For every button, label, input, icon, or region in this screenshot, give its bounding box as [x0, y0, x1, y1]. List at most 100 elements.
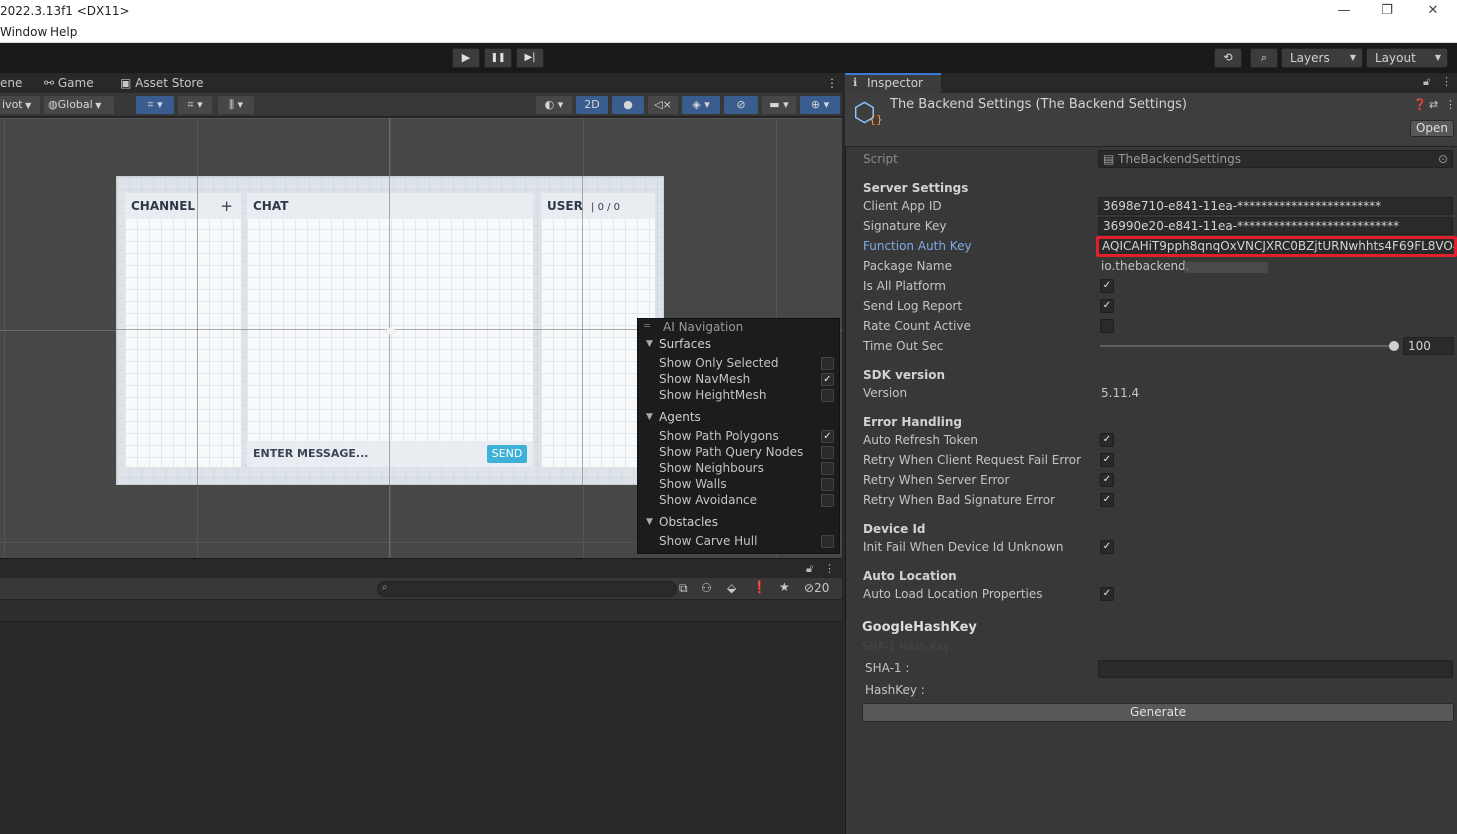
search-icon[interactable]: ⌕	[1250, 48, 1278, 68]
collapse-arrow-icon[interactable]: ▼	[646, 412, 653, 422]
tab-asset-store-label: Asset Store	[135, 76, 204, 90]
init-fail-device-id-checkbox[interactable]: ✓	[1100, 540, 1114, 554]
client-app-id-input[interactable]: 3698e710-e841-11ea-*********************…	[1098, 197, 1453, 215]
send-log-report-checkbox[interactable]: ✓	[1100, 299, 1114, 313]
layout-dropdown[interactable]: Layout ▼	[1366, 48, 1448, 68]
gizmos-icon[interactable]: ⊕ ▾	[800, 96, 840, 114]
inspector-header: ⬡ {} The Backend Settings (The Backend S…	[845, 93, 1457, 147]
script-field: ▤ TheBackendSettings ⊙	[1098, 150, 1453, 168]
is-all-platform-checkbox[interactable]: ✓	[1100, 279, 1114, 293]
audio-mute-icon[interactable]: ◁×	[648, 96, 678, 114]
drag-handle-icon[interactable]: ═	[644, 321, 650, 332]
auto-refresh-token-label: Auto Refresh Token	[863, 433, 978, 447]
lighting-icon[interactable]: ●	[612, 96, 644, 114]
error-handling-header: Error Handling	[863, 415, 963, 429]
pivot-dropdown[interactable]: ivot ▼	[0, 96, 40, 114]
tab-game[interactable]: ⚯ Game	[44, 73, 94, 93]
show-path-query-nodes-checkbox[interactable]	[821, 446, 834, 459]
package-name-value[interactable]: io.thebackend.	[1101, 259, 1189, 273]
tag-icon[interactable]: ⬙	[727, 581, 736, 595]
show-path-polygons-checkbox[interactable]: ✓	[821, 430, 834, 443]
tab-scene[interactable]: ene	[0, 73, 22, 93]
open-button[interactable]: Open	[1410, 120, 1454, 137]
draw-mode-dropdown[interactable]: ◐ ▾	[536, 96, 572, 114]
tab-inspector[interactable]: ℹ Inspector	[845, 73, 941, 93]
sha1-label: SHA-1 :	[865, 661, 910, 675]
close-button[interactable]: ✕	[1418, 2, 1448, 20]
show-carve-hull-checkbox[interactable]	[821, 535, 834, 548]
help-icon[interactable]: ❓	[1413, 98, 1427, 111]
sha1-input[interactable]	[1098, 660, 1453, 678]
globe-icon: ◍	[48, 98, 58, 111]
function-auth-key-input[interactable]: AQICAHiT9pph8qnqOxVNCJXRC0BZjtURNwhhts4F…	[1096, 236, 1457, 257]
menu-window[interactable]: Window	[0, 25, 47, 39]
filter-icon[interactable]: ⚇	[701, 581, 712, 595]
lock-icon[interactable]: 🔓︎	[806, 562, 813, 576]
hashkey-label: HashKey :	[865, 683, 925, 697]
auto-refresh-token-checkbox[interactable]: ✓	[1100, 433, 1114, 447]
show-only-selected-checkbox[interactable]	[821, 357, 834, 370]
lock-icon[interactable]: 🔓︎	[1423, 75, 1430, 89]
hidden-objects-icon[interactable]: ⊘	[724, 96, 758, 114]
grid-snap-button[interactable]: ⌗ ▾	[136, 96, 174, 114]
rate-count-active-checkbox[interactable]	[1100, 319, 1114, 333]
time-out-slider-handle[interactable]	[1389, 341, 1399, 351]
retry-server-error-checkbox[interactable]: ✓	[1100, 473, 1114, 487]
console-search-input[interactable]: ⌕	[377, 581, 677, 597]
more-options-icon[interactable]: ⋮	[824, 562, 835, 575]
window-title-bar: 2022.3.13f1 <DX11> — ❐ ✕	[0, 0, 1457, 22]
time-out-sec-input[interactable]: 100	[1403, 337, 1454, 355]
ruler-button[interactable]: ⫼ ▾	[218, 96, 254, 114]
more-options-icon[interactable]: ⋮	[1445, 98, 1456, 111]
show-avoidance-checkbox[interactable]	[821, 494, 834, 507]
time-out-slider-track[interactable]	[1100, 345, 1394, 347]
tab-asset-store[interactable]: ▣ Asset Store	[120, 73, 204, 93]
show-walls-checkbox[interactable]	[821, 478, 834, 491]
send-log-report-label: Send Log Report	[863, 299, 963, 313]
show-neighbours-checkbox[interactable]	[821, 462, 834, 475]
send-button[interactable]: SEND	[487, 445, 527, 463]
package-name-label: Package Name	[863, 259, 952, 273]
star-icon[interactable]: ★	[779, 580, 790, 594]
retry-bad-signature-checkbox[interactable]: ✓	[1100, 493, 1114, 507]
eye-slash-icon: ⊘	[804, 581, 815, 595]
collapse-arrow-icon[interactable]: ▼	[646, 517, 653, 527]
global-dropdown[interactable]: ◍Global ▼	[44, 96, 114, 114]
show-carve-hull-label: Show Carve Hull	[659, 534, 758, 548]
maximize-button[interactable]: ❐	[1372, 2, 1402, 20]
ruler-icon: ⫼ ▾	[228, 98, 244, 111]
ai-navigation-overlay: ═ AI Navigation ▼ Surfaces Show Only Sel…	[637, 318, 840, 554]
camera-icon[interactable]: ▬ ▾	[762, 96, 796, 114]
show-heightmesh-checkbox[interactable]	[821, 389, 834, 402]
menu-help[interactable]: Help	[50, 25, 77, 39]
pause-button[interactable]: ❚❚	[484, 48, 512, 68]
message-input[interactable]: ENTER MESSAGE...	[253, 447, 368, 460]
client-app-id-label: Client App ID	[863, 199, 942, 213]
signature-key-input[interactable]: 36990e20-e841-11ea-*********************…	[1098, 217, 1453, 235]
auto-load-location-checkbox[interactable]: ✓	[1100, 587, 1114, 601]
toggle-2d-button[interactable]: 2D	[576, 96, 608, 114]
layers-dropdown[interactable]: Layers ▼	[1281, 48, 1363, 68]
effects-icon[interactable]: ◈ ▾	[682, 96, 720, 114]
rate-count-active-label: Rate Count Active	[863, 319, 971, 333]
collapse-icon[interactable]: ⧉	[679, 581, 688, 596]
more-options-icon[interactable]: ⋮	[1441, 75, 1452, 88]
more-options-icon[interactable]: ⋮	[826, 73, 838, 93]
hidden-count-badge[interactable]: ⊘20	[804, 581, 829, 595]
info-icon[interactable]: ❗	[752, 580, 767, 594]
preset-icon[interactable]: ⇄	[1429, 98, 1438, 111]
hidden-count: 20	[814, 581, 830, 595]
retry-client-request-checkbox[interactable]: ✓	[1100, 453, 1114, 467]
collapse-arrow-icon[interactable]: ▼	[646, 339, 653, 349]
generate-button[interactable]: Generate	[862, 703, 1454, 722]
chevron-down-icon: ▼	[1434, 53, 1441, 62]
minimize-button[interactable]: —	[1329, 2, 1359, 20]
play-button[interactable]: ▶	[452, 48, 480, 68]
show-navmesh-checkbox[interactable]: ✓	[821, 373, 834, 386]
snap-increment-button[interactable]: ⌗ ▾	[178, 96, 212, 114]
step-button[interactable]: ▶|	[516, 48, 544, 68]
object-picker-icon[interactable]: ⊙	[1438, 151, 1448, 167]
server-settings-header: Server Settings	[863, 181, 969, 195]
add-channel-button[interactable]: +	[220, 193, 233, 219]
history-icon[interactable]: ⟲	[1214, 48, 1242, 68]
